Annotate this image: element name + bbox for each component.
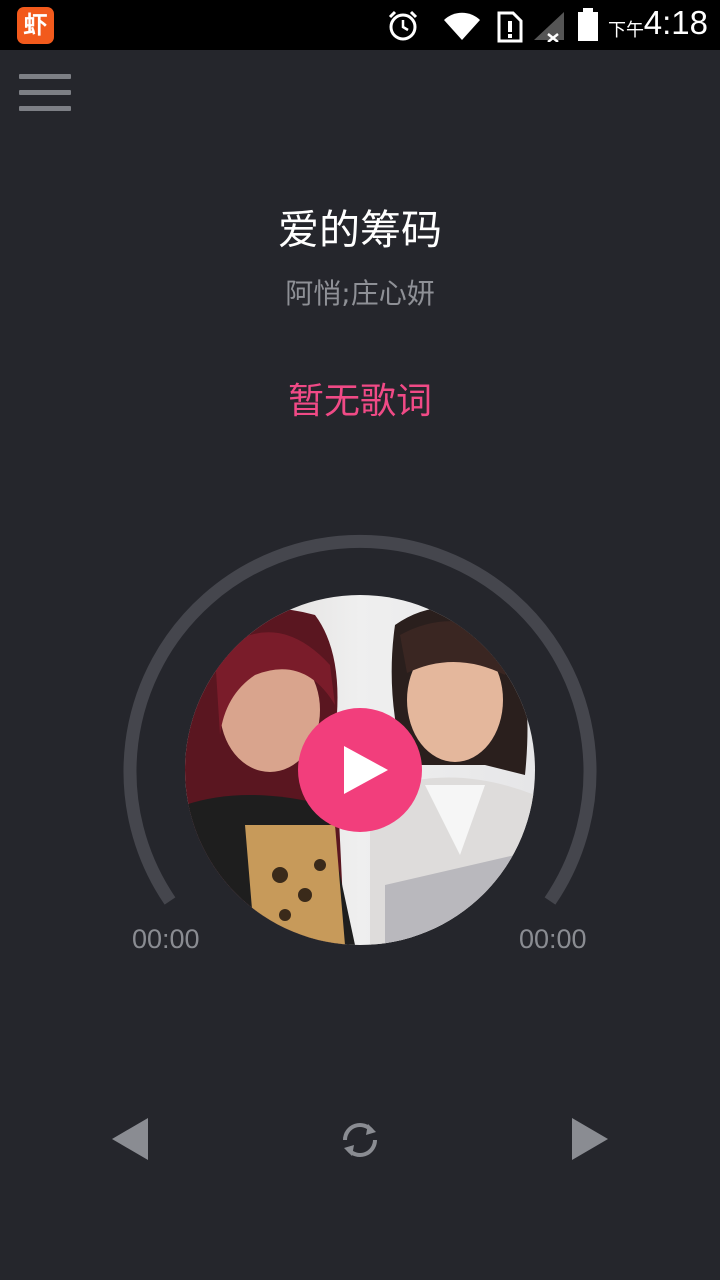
next-icon [572, 1118, 608, 1160]
previous-icon [112, 1118, 148, 1160]
total-time: 00:00 [519, 924, 587, 954]
xiami-app-icon: 虾 [17, 7, 54, 44]
menu-button[interactable] [19, 72, 71, 112]
next-button[interactable] [568, 1116, 614, 1164]
play-button[interactable] [298, 708, 422, 832]
current-time: 00:00 [132, 924, 200, 954]
signal-icon [534, 12, 564, 42]
status-ampm: 下午 [608, 20, 644, 41]
sim-alert-icon [497, 11, 523, 43]
status-bar: 虾 下午 4:18 [0, 0, 720, 50]
battery-icon [578, 8, 598, 41]
repeat-button[interactable] [336, 1116, 384, 1164]
wifi-icon [444, 12, 480, 40]
status-time: 4:18 [643, 4, 708, 41]
previous-button[interactable] [108, 1116, 154, 1164]
song-artist: 阿悄;庄心妍 [285, 277, 435, 310]
repeat-icon [343, 1123, 377, 1157]
play-icon [344, 746, 388, 794]
song-title: 爱的筹码 [278, 206, 442, 254]
hamburger-icon [19, 74, 71, 79]
lyrics-placeholder[interactable]: 暂无歌词 [0, 372, 720, 424]
alarm-icon [388, 10, 418, 41]
